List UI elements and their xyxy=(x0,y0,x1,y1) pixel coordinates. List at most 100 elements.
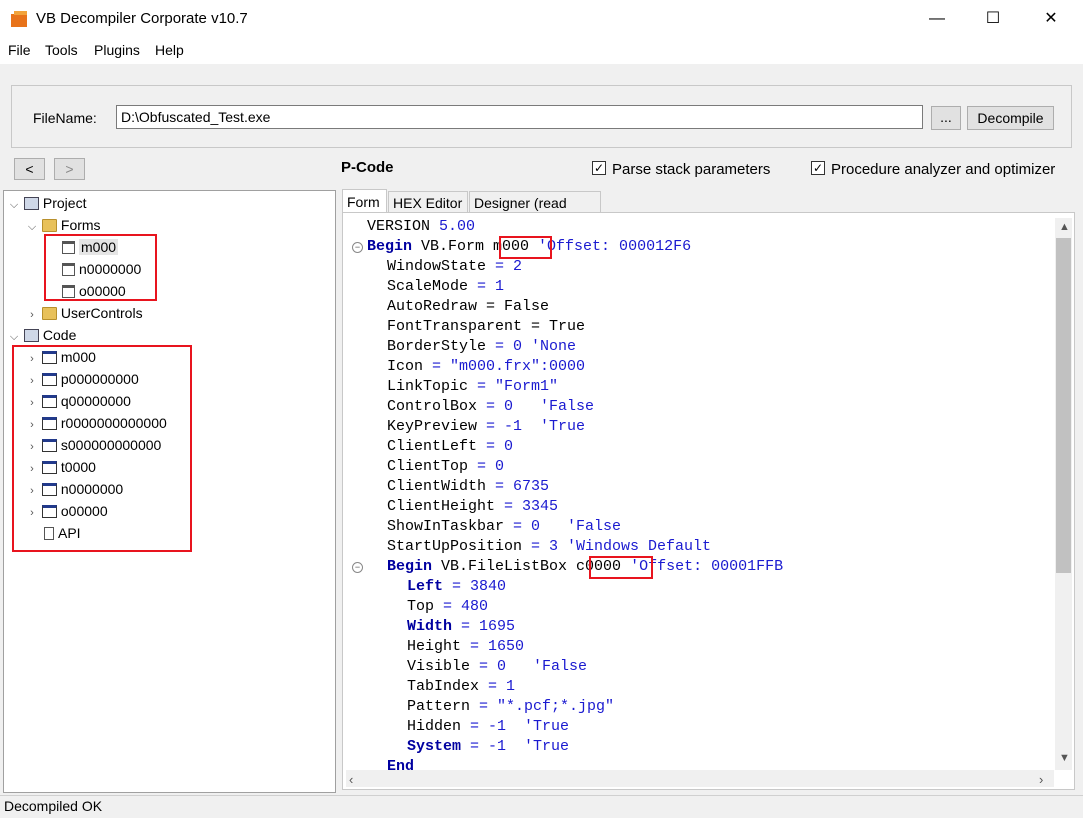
code-line: ShowInTaskbar = 0 'False xyxy=(387,517,621,537)
folder-icon xyxy=(41,307,57,320)
parse-stack-label[interactable]: Parse stack parameters xyxy=(612,161,770,178)
code-line: TabIndex = 1 xyxy=(407,677,515,697)
code-line: Height = 1650 xyxy=(407,637,524,657)
module-icon xyxy=(41,439,57,452)
code-line: System = -1 'True xyxy=(407,737,569,757)
status-text: Decompiled OK xyxy=(4,798,103,814)
menu-help[interactable]: Help xyxy=(155,42,184,58)
menu-bar: File Tools Plugins Help xyxy=(0,38,1083,64)
tree-forms[interactable]: ⌵ Forms xyxy=(26,214,101,236)
expand-icon[interactable]: › xyxy=(26,480,38,502)
tree-label: UserControls xyxy=(60,305,143,321)
collapse-icon[interactable]: ⌵ xyxy=(8,194,20,216)
browse-button[interactable]: ... xyxy=(931,106,961,130)
vertical-scroll-thumb[interactable] xyxy=(1056,238,1071,573)
filename-input[interactable]: D:\Obfuscated_Test.exe xyxy=(116,105,923,129)
code-token: = 0 xyxy=(486,438,514,455)
scroll-up-icon[interactable]: ▲ xyxy=(1059,221,1070,233)
code-token: Width xyxy=(407,618,453,635)
code-text[interactable]: VERSION 5.00 Begin VB.Form m000 'Offset: … xyxy=(367,217,1047,770)
tree-code-item[interactable]: › m000 xyxy=(26,346,96,368)
menu-plugins[interactable]: Plugins xyxy=(94,42,140,58)
tree-code-item[interactable]: › p000000000 xyxy=(26,368,139,390)
expand-icon[interactable]: › xyxy=(26,458,38,480)
mode-label: P-Code xyxy=(341,159,394,176)
code-token: ShowInTaskbar xyxy=(387,518,514,535)
module-icon xyxy=(41,483,57,496)
code-token: End xyxy=(387,758,415,770)
expand-icon[interactable]: › xyxy=(26,436,38,458)
scroll-left-icon[interactable]: ‹ xyxy=(349,772,353,787)
tab-form[interactable]: Form xyxy=(342,189,387,213)
code-token: ScaleMode xyxy=(387,278,478,295)
code-token: ClientLeft xyxy=(387,438,487,455)
fold-icon[interactable]: − xyxy=(352,242,363,253)
parse-stack-checkbox[interactable]: ✓ xyxy=(592,161,606,175)
scroll-right-icon[interactable]: › xyxy=(1039,772,1043,787)
filename-label: FileName: xyxy=(33,110,97,126)
tree-code-item[interactable]: › o00000 xyxy=(26,500,107,524)
code-token: ClientTop xyxy=(387,458,478,475)
menu-tools[interactable]: Tools xyxy=(45,42,78,58)
tree-label: Forms xyxy=(60,217,101,233)
code-line: Pattern = "*.pcf;*.jpg" xyxy=(407,697,614,717)
code-token: = "m000.frx":0000 xyxy=(432,358,586,375)
tree-project[interactable]: ⌵ Project xyxy=(8,192,87,216)
tree-code-item[interactable]: › s000000000000 xyxy=(26,434,161,456)
code-line: Visible = 0 'False xyxy=(407,657,587,677)
code-line: AutoRedraw = False xyxy=(387,297,549,317)
expand-icon[interactable]: › xyxy=(26,370,38,392)
code-token: Icon xyxy=(387,358,433,375)
code-token: = -1 'True xyxy=(470,718,570,735)
tree-code[interactable]: ⌵ Code xyxy=(8,324,77,346)
module-icon xyxy=(41,461,57,474)
expand-icon[interactable]: › xyxy=(26,304,38,326)
proc-analyzer-checkbox[interactable]: ✓ xyxy=(811,161,825,175)
tree-api[interactable]: API xyxy=(44,522,81,544)
menu-file[interactable]: File xyxy=(8,42,31,58)
decompile-button[interactable]: Decompile xyxy=(967,106,1054,130)
highlight-box xyxy=(44,234,157,301)
horizontal-scrollbar[interactable] xyxy=(346,770,1054,787)
code-line: ClientWidth = 6735 xyxy=(387,477,549,497)
fold-icon[interactable]: − xyxy=(352,562,363,573)
code-token: VERSION xyxy=(367,218,440,235)
code-line: Left = 3840 xyxy=(407,577,506,597)
highlight-box xyxy=(499,236,552,259)
expand-icon[interactable]: › xyxy=(26,392,38,414)
code-line: Hidden = -1 'True xyxy=(407,717,569,737)
code-token: ClientWidth xyxy=(387,478,496,495)
forward-button[interactable]: > xyxy=(54,158,85,180)
code-line: LinkTopic = "Form1" xyxy=(387,377,558,397)
maximize-button[interactable]: ☐ xyxy=(970,0,1016,38)
tree-usercontrols[interactable]: › UserControls xyxy=(26,302,143,326)
collapse-icon[interactable]: ⌵ xyxy=(26,216,38,238)
tab-hex-editor[interactable]: HEX Editor xyxy=(388,191,468,213)
code-token: WindowState xyxy=(387,258,496,275)
code-token: = 3345 xyxy=(504,498,559,515)
close-button[interactable]: ✕ xyxy=(1028,0,1074,38)
code-token: = "*.pcf;*.jpg" xyxy=(479,698,615,715)
code-line: ControlBox = 0 'False xyxy=(387,397,594,417)
code-line: BorderStyle = 0 'None xyxy=(387,337,576,357)
tree-code-item[interactable]: › t0000 xyxy=(26,456,96,478)
code-token: = 6735 xyxy=(495,478,550,495)
tree-code-item[interactable]: › n0000000 xyxy=(26,478,123,500)
code-token: 'Offset: 000012F6 xyxy=(529,238,692,255)
expand-icon[interactable]: › xyxy=(26,502,38,524)
tree-code-item[interactable]: › r0000000000000 xyxy=(26,412,167,434)
folder-icon xyxy=(41,219,57,232)
tab-designer[interactable]: Designer (read only) xyxy=(469,191,601,233)
code-line: KeyPreview = -1 'True xyxy=(387,417,585,437)
tree-code-item[interactable]: › q00000000 xyxy=(26,390,131,412)
expand-icon[interactable]: › xyxy=(26,414,38,436)
code-line: Width = 1695 xyxy=(407,617,515,637)
code-token: = 0 'False xyxy=(479,658,588,675)
code-line: ScaleMode = 1 xyxy=(387,277,504,297)
minimize-button[interactable]: — xyxy=(914,0,960,38)
module-icon xyxy=(41,395,57,408)
proc-analyzer-label[interactable]: Procedure analyzer and optimizer xyxy=(831,161,1055,178)
expand-icon[interactable]: › xyxy=(26,348,38,370)
scroll-down-icon[interactable]: ▼ xyxy=(1059,752,1070,764)
back-button[interactable]: < xyxy=(14,158,45,180)
